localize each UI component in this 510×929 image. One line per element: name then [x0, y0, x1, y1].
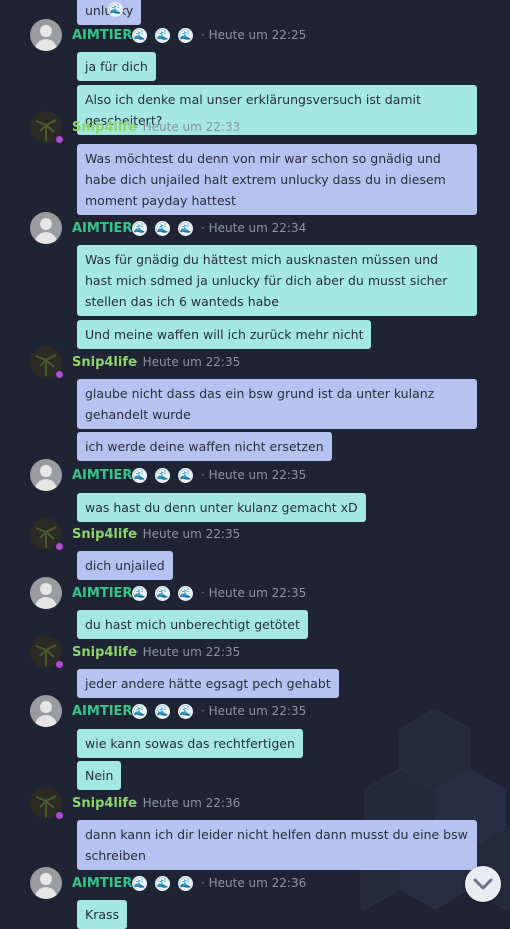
message-bubble: was hast du denn unter kulanz gemacht xD — [77, 493, 366, 522]
timestamp: · Heute um 22:35 — [135, 645, 241, 659]
wave-icon: 🌊 — [178, 876, 193, 891]
timestamp: · Heute um 22:36 — [135, 796, 241, 810]
message-bubble: ja für dich — [77, 52, 156, 81]
wave-icon: 🌊 — [155, 586, 170, 601]
wave-icon: 🌊 — [178, 704, 193, 719]
timestamp: · Heute um 22:35 — [135, 527, 241, 541]
message-bubble: du hast mich unberechtigt getötet — [77, 610, 308, 639]
emote-group: 🌊 🌊 🌊 — [132, 876, 193, 891]
message-bubble: Nein — [77, 761, 122, 790]
message-bubble: jeder andere hätte egsagt pech gehabt — [77, 669, 339, 698]
username[interactable]: Snip4life — [72, 796, 137, 811]
wave-icon: 🌊 — [132, 704, 147, 719]
emote-group: 🌊 🌊 🌊 — [132, 468, 193, 483]
message-bubble: dich unjailed — [77, 551, 173, 580]
wave-icon: 🌊 — [132, 468, 147, 483]
username[interactable]: Snip4life — [72, 355, 137, 370]
wave-icon: 🌊 — [155, 704, 170, 719]
status-dot — [56, 661, 63, 668]
username[interactable]: Snip4life — [72, 645, 137, 660]
timestamp: · Heute um 22:35 — [135, 355, 241, 369]
emote-group: 🌊 🌊 🌊 — [132, 28, 193, 43]
message-bubble: Was für gnädig du hättest mich ausknaste… — [77, 245, 477, 316]
wave-icon: 🌊 — [155, 221, 170, 236]
username[interactable]: AIMTIER — [72, 704, 132, 719]
timestamp: · Heute um 22:35 — [201, 586, 307, 600]
avatar[interactable] — [30, 577, 62, 609]
message-bubble: glaube nicht dass das ein bsw grund ist … — [77, 379, 477, 429]
wave-icon: 🌊 — [178, 28, 193, 43]
emote-group: 🌊 — [108, 2, 123, 17]
timestamp: · Heute um 22:25 — [201, 28, 307, 42]
username[interactable]: Snip4life — [72, 120, 137, 135]
username[interactable]: AIMTIER — [72, 468, 132, 483]
message-bubble: wie kann sowas das rechtfertigen — [77, 729, 303, 758]
avatar[interactable] — [30, 459, 62, 491]
status-dot — [56, 812, 63, 819]
avatar[interactable] — [30, 695, 62, 727]
username[interactable]: AIMTIER — [72, 876, 132, 891]
timestamp: · Heute um 22:35 — [201, 704, 307, 718]
wave-icon: 🌊 — [132, 221, 147, 236]
wave-icon: 🌊 — [178, 468, 193, 483]
emote-group: 🌊 🌊 🌊 — [132, 586, 193, 601]
wave-icon: 🌊 — [108, 2, 123, 17]
username[interactable]: AIMTIER — [72, 586, 132, 601]
chat-message-list[interactable]: unlucky 🌊 AIMTIER 🌊 🌊 🌊 · Heute um 22:25… — [0, 0, 510, 929]
status-dot — [56, 543, 63, 550]
message-bubble: Was möchtest du denn von mir war schon s… — [77, 144, 477, 215]
emote-group: 🌊 🌊 🌊 — [132, 221, 193, 236]
wave-icon: 🌊 — [155, 28, 170, 43]
status-dot — [56, 136, 63, 143]
timestamp: · Heute um 22:33 — [135, 120, 241, 134]
avatar[interactable] — [30, 867, 62, 899]
timestamp: · Heute um 22:36 — [201, 876, 307, 890]
message-bubble: Und meine waffen will ich zurück mehr ni… — [77, 320, 372, 349]
timestamp: · Heute um 22:35 — [201, 468, 307, 482]
chevron-down-icon — [473, 878, 493, 890]
wave-icon: 🌊 — [132, 28, 147, 43]
avatar[interactable] — [30, 212, 62, 244]
wave-icon: 🌊 — [132, 586, 147, 601]
emote-group: 🌊 🌊 🌊 — [132, 704, 193, 719]
wave-icon: 🌊 — [132, 876, 147, 891]
message-bubble: dann kann ich dir leider nicht helfen da… — [77, 820, 477, 870]
timestamp: · Heute um 22:34 — [201, 221, 307, 235]
wave-icon: 🌊 — [178, 221, 193, 236]
wave-icon: 🌊 — [155, 876, 170, 891]
avatar[interactable] — [30, 19, 62, 51]
username[interactable]: AIMTIER — [72, 28, 132, 43]
scroll-to-bottom-button[interactable] — [465, 866, 501, 902]
wave-icon: 🌊 — [178, 586, 193, 601]
wave-icon: 🌊 — [155, 468, 170, 483]
status-dot — [56, 371, 63, 378]
username[interactable]: Snip4life — [72, 527, 137, 542]
message-bubble: ich werde deine waffen nicht ersetzen — [77, 432, 332, 461]
username[interactable]: AIMTIER — [72, 221, 132, 236]
message-bubble: Krass — [77, 900, 128, 929]
